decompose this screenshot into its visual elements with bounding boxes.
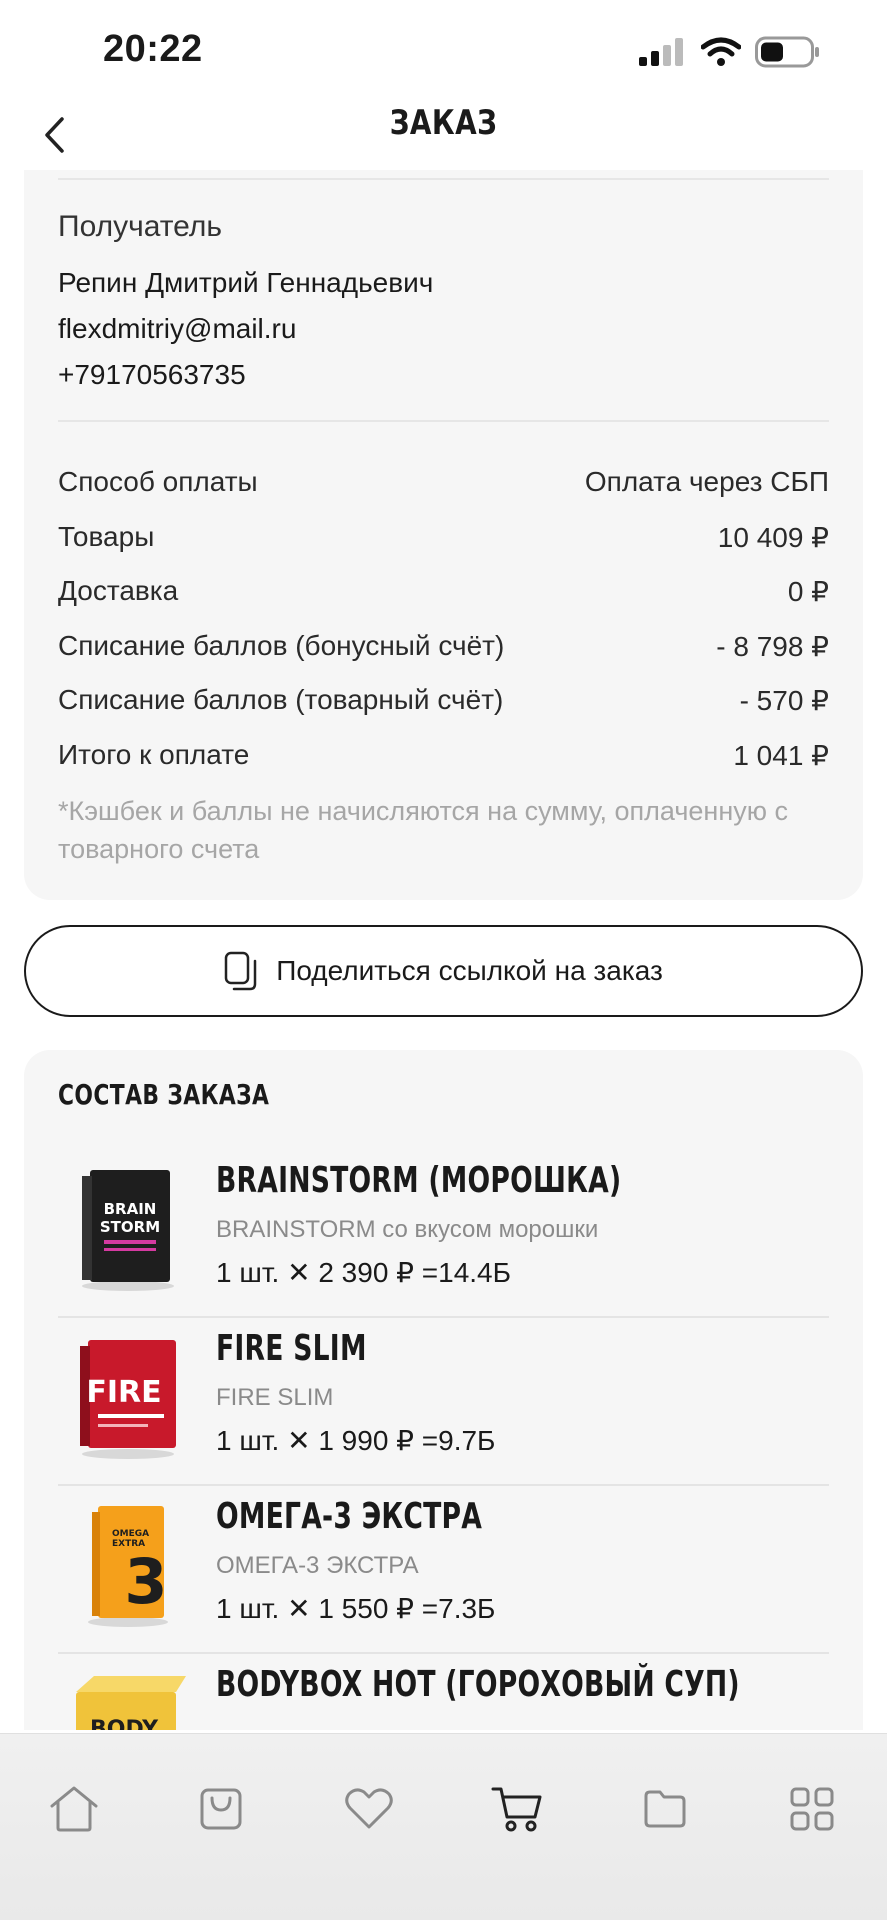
- order-item[interactable]: FIRE FIRE SLIM FIRE SLIM 1 шт. ✕ 1 990 ₽…: [58, 1318, 829, 1486]
- order-items-card: СОСТАВ ЗАКАЗА BRAIN STORM BRAINSTORM (МО…: [24, 1050, 863, 1730]
- summary-value: 1 041 ₽: [733, 740, 829, 771]
- recipient-name: Репин Дмитрий Геннадьевич: [58, 267, 434, 298]
- share-label: Поделиться ссылкой на заказ: [276, 955, 663, 986]
- item-name: ОМЕГА-3 ЭКСТРА: [216, 1496, 483, 1537]
- page-title: ЗАКАЗ: [389, 103, 498, 143]
- summary-label: Списание баллов (бонусный счёт): [58, 630, 505, 661]
- item-price: 1 шт. ✕ 1 990 ₽ =9.7Б: [216, 1425, 496, 1456]
- summary-row-bonus-points: Списание баллов (бонусный счёт) - 8 798 …: [58, 630, 829, 663]
- tab-orders[interactable]: [630, 1774, 700, 1844]
- bag-icon: [200, 1788, 242, 1830]
- item-name: FIRE SLIM: [216, 1328, 367, 1369]
- share-order-link-button[interactable]: Поделиться ссылкой на заказ: [24, 925, 863, 1017]
- copy-icon: [224, 951, 257, 991]
- order-info-card: Получатель Репин Дмитрий Геннадьевич fle…: [24, 170, 863, 900]
- item-description: ОМЕГА-3 ЭКСТРА: [216, 1552, 419, 1579]
- svg-text:3: 3: [124, 1545, 167, 1618]
- summary-value: - 570 ₽: [739, 685, 829, 716]
- summary-label: Товары: [58, 521, 155, 552]
- item-description: BRAINSTORM со вкусом морошки: [216, 1216, 599, 1243]
- order-item[interactable]: BODY BODYBOX HOT (ГОРОХОВЫЙ СУП): [58, 1654, 829, 1730]
- grid-icon: [790, 1787, 834, 1831]
- tab-bar: [0, 1733, 887, 1920]
- summary-label: Способ оплаты: [58, 466, 258, 497]
- item-name: BODYBOX HOT (ГОРОХОВЫЙ СУП): [216, 1664, 740, 1705]
- summary-value: 0 ₽: [787, 576, 829, 607]
- nav-bar: ЗАКАЗ: [0, 95, 887, 175]
- summary-label: Списание баллов (товарный счёт): [58, 684, 504, 715]
- status-time: 20:22: [103, 28, 203, 70]
- product-image: BRAIN STORM: [82, 1170, 174, 1291]
- product-image: FIRE: [80, 1340, 176, 1459]
- tab-home[interactable]: [39, 1774, 109, 1844]
- divider: [58, 178, 829, 180]
- status-bar: 20:22: [0, 0, 887, 100]
- product-image: BODY: [76, 1676, 186, 1730]
- summary-value: Оплата через СБП: [584, 466, 829, 497]
- folder-icon: [644, 1790, 686, 1828]
- tab-menu[interactable]: [777, 1774, 847, 1844]
- svg-text:FIRE: FIRE: [86, 1375, 161, 1410]
- recipient-phone: +79170563735: [58, 359, 246, 390]
- item-price: 1 шт. ✕ 2 390 ₽ =14.4Б: [216, 1257, 511, 1288]
- product-image: OMEGA EXTRA 3: [88, 1506, 168, 1627]
- svg-text:OMEGA: OMEGA: [112, 1529, 149, 1539]
- tab-catalog[interactable]: [186, 1774, 256, 1844]
- summary-value: 10 409 ₽: [717, 522, 829, 553]
- item-price: 1 шт. ✕ 1 550 ₽ =7.3Б: [216, 1593, 496, 1624]
- summary-label: Доставка: [58, 575, 179, 606]
- summary-row-goods-points: Списание баллов (товарный счёт) - 570 ₽: [58, 684, 829, 717]
- svg-text:BRAIN: BRAIN: [104, 1200, 157, 1218]
- cashback-note: *Кэшбек и баллы не начисляются на сумму,…: [58, 796, 788, 864]
- summary-row-goods: Товары 10 409 ₽: [58, 521, 829, 554]
- summary-row-total: Итого к оплате 1 041 ₽: [58, 739, 829, 772]
- summary-value: - 8 798 ₽: [716, 631, 829, 662]
- recipient-title: Получатель: [58, 210, 222, 243]
- order-item[interactable]: BRAIN STORM BRAINSTORM (МОРОШКА) BRAINST…: [58, 1150, 829, 1318]
- cart-icon: [491, 1787, 542, 1832]
- summary-label: Итого к оплате: [58, 739, 250, 770]
- summary-row-payment: Способ оплаты Оплата через СБП: [58, 466, 829, 498]
- tab-favorites[interactable]: [334, 1774, 404, 1844]
- back-button[interactable]: [24, 105, 84, 165]
- status-icons: [639, 36, 821, 68]
- wifi-icon: [701, 37, 741, 66]
- heart-icon: [345, 1788, 393, 1829]
- chevron-left-icon: [45, 117, 64, 153]
- item-description: FIRE SLIM: [216, 1384, 334, 1411]
- home-icon: [50, 1786, 98, 1832]
- tab-cart[interactable]: [482, 1774, 552, 1844]
- summary-row-delivery: Доставка 0 ₽: [58, 575, 829, 608]
- divider: [58, 420, 829, 422]
- svg-text:BODY: BODY: [90, 1717, 159, 1730]
- item-name: BRAINSTORM (МОРОШКА): [216, 1160, 622, 1201]
- items-title: СОСТАВ ЗАКАЗА: [58, 1078, 270, 1111]
- battery-icon: [755, 36, 819, 68]
- order-item[interactable]: OMEGA EXTRA 3 ОМЕГА-3 ЭКСТРА ОМЕГА-3 ЭКС…: [58, 1486, 829, 1654]
- recipient-email: flexdmitriy@mail.ru: [58, 313, 297, 344]
- svg-text:STORM: STORM: [100, 1218, 160, 1236]
- signal-icon: [639, 38, 683, 66]
